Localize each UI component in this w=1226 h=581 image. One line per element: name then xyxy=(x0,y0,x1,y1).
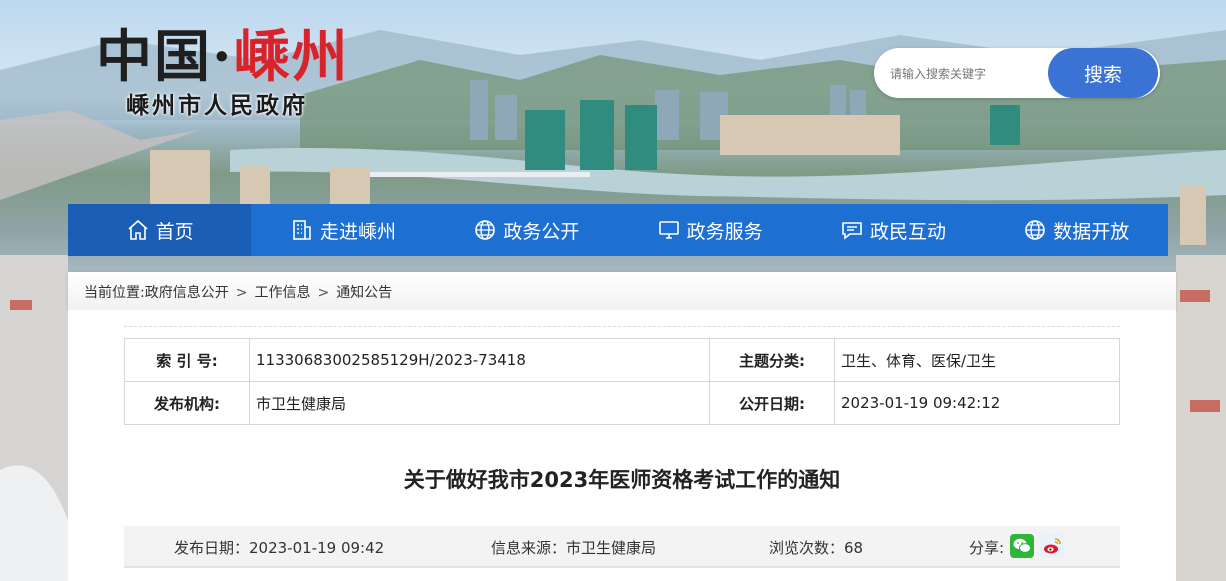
org-value: 市卫生健康局 xyxy=(249,381,710,425)
nav-item-data-open[interactable]: 数据开放 xyxy=(985,204,1168,256)
breadcrumb-prefix: 当前位置: xyxy=(84,285,145,301)
topic-label: 主题分类: xyxy=(709,338,835,382)
topic-value: 卫生、体育、医保/卫生 xyxy=(834,338,1120,382)
share-label: 分享: xyxy=(969,539,1005,557)
breadcrumb-separator: > xyxy=(235,285,248,301)
article-title: 关于做好我市2023年医师资格考试工作的通知 xyxy=(403,468,841,492)
search-input[interactable] xyxy=(888,62,1052,86)
table-row: 发布机构: 市卫生健康局 公开日期: 2023-01-19 09:42:12 xyxy=(124,381,1120,425)
open-date-label: 公开日期: xyxy=(709,381,835,425)
weibo-share-icon[interactable] xyxy=(1040,534,1064,558)
nav-item-gov-service[interactable]: 政务服务 xyxy=(618,204,801,256)
meta-table: 索 引 号: 11330683002585129H/2023-73418 主题分… xyxy=(124,338,1120,425)
breadcrumb-bar: 当前位置:政府信息公开 > 工作信息 > 通知公告 xyxy=(68,272,1176,310)
nav-item-interaction[interactable]: 政民互动 xyxy=(801,204,984,256)
breadcrumb-link-notices[interactable]: 通知公告 xyxy=(336,285,392,301)
open-date-value: 2023-01-19 09:42:12 xyxy=(834,381,1120,425)
nav-label: 首页 xyxy=(155,220,194,243)
divider xyxy=(124,326,1120,327)
globe-icon xyxy=(475,220,496,240)
building-icon xyxy=(293,220,311,240)
view-count: 浏览次数：68 xyxy=(769,539,864,557)
chat-icon xyxy=(842,222,862,240)
logo-text-city: 嵊州 xyxy=(233,24,350,90)
main-nav: 首页 走进嵊州 政务公开 政务服务 政民互动 数据开放 xyxy=(68,204,1168,256)
article-container: 索 引 号: 11330683002585129H/2023-73418 主题分… xyxy=(68,310,1176,581)
breadcrumb-link-info-open[interactable]: 政府信息公开 xyxy=(145,285,229,301)
search-button[interactable]: 搜索 xyxy=(1048,48,1158,98)
index-value: 11330683002585129H/2023-73418 xyxy=(249,338,710,382)
article-info-bar: 发布日期：2023-01-19 09:42 信息来源：市卫生健康局 浏览次数：6… xyxy=(124,526,1120,568)
wechat-share-icon[interactable] xyxy=(1010,534,1034,558)
nav-item-home[interactable]: 首页 xyxy=(68,204,252,256)
info-source: 信息来源：市卫生健康局 xyxy=(491,539,657,557)
site-subtitle: 嵊州市人民政府 xyxy=(126,93,308,119)
nav-label: 政务服务 xyxy=(686,220,763,243)
nav-label: 政务公开 xyxy=(503,220,580,243)
org-label: 发布机构: xyxy=(124,381,250,425)
globe-icon xyxy=(1025,220,1046,240)
home-icon xyxy=(128,219,148,240)
breadcrumb-separator: > xyxy=(317,285,330,301)
index-label: 索 引 号: xyxy=(124,338,250,382)
nav-item-about[interactable]: 走进嵊州 xyxy=(251,204,434,256)
nav-label: 走进嵊州 xyxy=(319,220,396,243)
publish-date: 发布日期：2023-01-19 09:42 xyxy=(174,539,385,557)
monitor-icon xyxy=(658,221,679,239)
nav-label: 数据开放 xyxy=(1053,220,1130,243)
site-logo[interactable]: 中国·嵊州 xyxy=(96,22,350,92)
logo-text-china: 中国 xyxy=(96,24,212,90)
nav-item-gov-open[interactable]: 政务公开 xyxy=(435,204,618,256)
breadcrumb-link-work-info[interactable]: 工作信息 xyxy=(254,285,310,301)
logo-dot: · xyxy=(212,24,234,90)
nav-label: 政民互动 xyxy=(869,220,946,243)
breadcrumb: 当前位置:政府信息公开 > 工作信息 > 通知公告 xyxy=(84,282,392,302)
table-row: 索 引 号: 11330683002585129H/2023-73418 主题分… xyxy=(124,338,1120,382)
